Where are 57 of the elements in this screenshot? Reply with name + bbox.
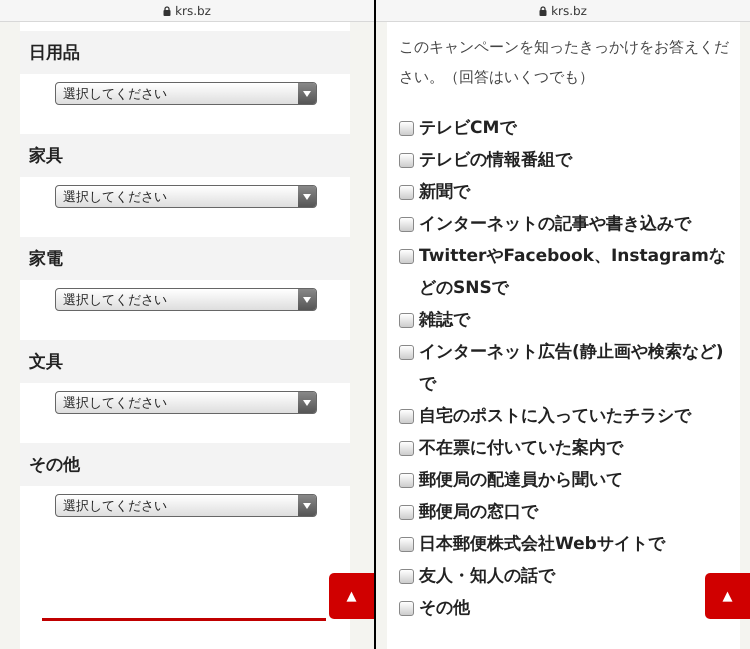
- checkbox[interactable]: [399, 601, 414, 616]
- category-label: 家電: [29, 248, 63, 270]
- lock-icon: [539, 6, 548, 16]
- checkbox[interactable]: [399, 217, 414, 232]
- dropdown-field[interactable]: 選択してください: [55, 185, 317, 208]
- question-text: このキャンペーンを知ったきっかけをお答えください。（回答はいくつでも）: [399, 37, 729, 88]
- dropdown-field[interactable]: 選択してください: [55, 82, 317, 105]
- option-label: 新聞で: [419, 181, 470, 204]
- caret-icon: [298, 186, 316, 207]
- category-label: その他: [29, 454, 80, 476]
- checkbox[interactable]: [399, 505, 414, 520]
- checkbox[interactable]: [399, 345, 414, 360]
- placeholder-text: 選択してください: [63, 498, 167, 514]
- scroll-top-button[interactable]: ▲: [329, 573, 374, 619]
- option-label: 雑誌で: [419, 309, 470, 332]
- option-label: 不在票に付いていた案内で: [419, 437, 623, 460]
- checkbox[interactable]: [399, 473, 414, 488]
- caret-icon: [298, 392, 316, 413]
- checkbox[interactable]: [399, 121, 414, 136]
- option-label: 自宅のポストに入っていたチラシで: [419, 405, 691, 428]
- option-label: テレビの情報番組で: [419, 149, 572, 172]
- option-label: その他: [419, 597, 470, 620]
- category-label: 日用品: [29, 42, 80, 64]
- placeholder-text: 選択してください: [63, 188, 167, 206]
- caret-icon: [298, 83, 316, 104]
- placeholder-text: 選択してください: [63, 394, 167, 412]
- category-label: 文具: [29, 351, 63, 373]
- checkbox[interactable]: [399, 185, 414, 200]
- checkbox[interactable]: [399, 569, 414, 584]
- option-label: 日本郵便株式会社Webサイトで: [419, 533, 665, 556]
- dropdown-field[interactable]: 選択してください: [55, 391, 317, 414]
- dropdown-field[interactable]: 選択してください: [55, 288, 317, 311]
- checkbox[interactable]: [399, 313, 414, 328]
- placeholder-text: 選択してください: [63, 86, 167, 102]
- checkbox[interactable]: [399, 153, 414, 168]
- dropdown-field[interactable]: 選択してください: [55, 494, 317, 517]
- option-label: 郵便局の窓口で: [419, 501, 538, 524]
- lock-icon: [163, 6, 172, 16]
- option-label: 郵便局の配達員から聞いて: [419, 469, 623, 492]
- scroll-top-button[interactable]: ▲: [705, 573, 750, 619]
- checkbox[interactable]: [399, 409, 414, 424]
- url-text: krs.bz: [175, 4, 211, 18]
- checkbox[interactable]: [399, 249, 414, 264]
- url-text: krs.bz: [551, 4, 587, 18]
- caret-icon: [298, 289, 316, 310]
- caret-icon: [298, 495, 316, 516]
- address-bar[interactable]: krs.bz: [376, 0, 750, 22]
- checkbox[interactable]: [399, 537, 414, 552]
- option-label: インターネット広告(静止画や検索など)で: [419, 341, 725, 396]
- option-label: テレビCMで: [419, 117, 516, 140]
- placeholder-text: 選択してください: [63, 292, 167, 308]
- category-label: 家具: [29, 145, 63, 167]
- checkbox[interactable]: [399, 441, 414, 456]
- option-label: インターネットの記事や書き込みで: [419, 213, 691, 236]
- address-bar[interactable]: krs.bz: [0, 0, 374, 22]
- option-label: TwitterやFacebook、InstagramなどのSNSで: [419, 245, 727, 300]
- option-label: 友人・知人の話で: [419, 565, 555, 588]
